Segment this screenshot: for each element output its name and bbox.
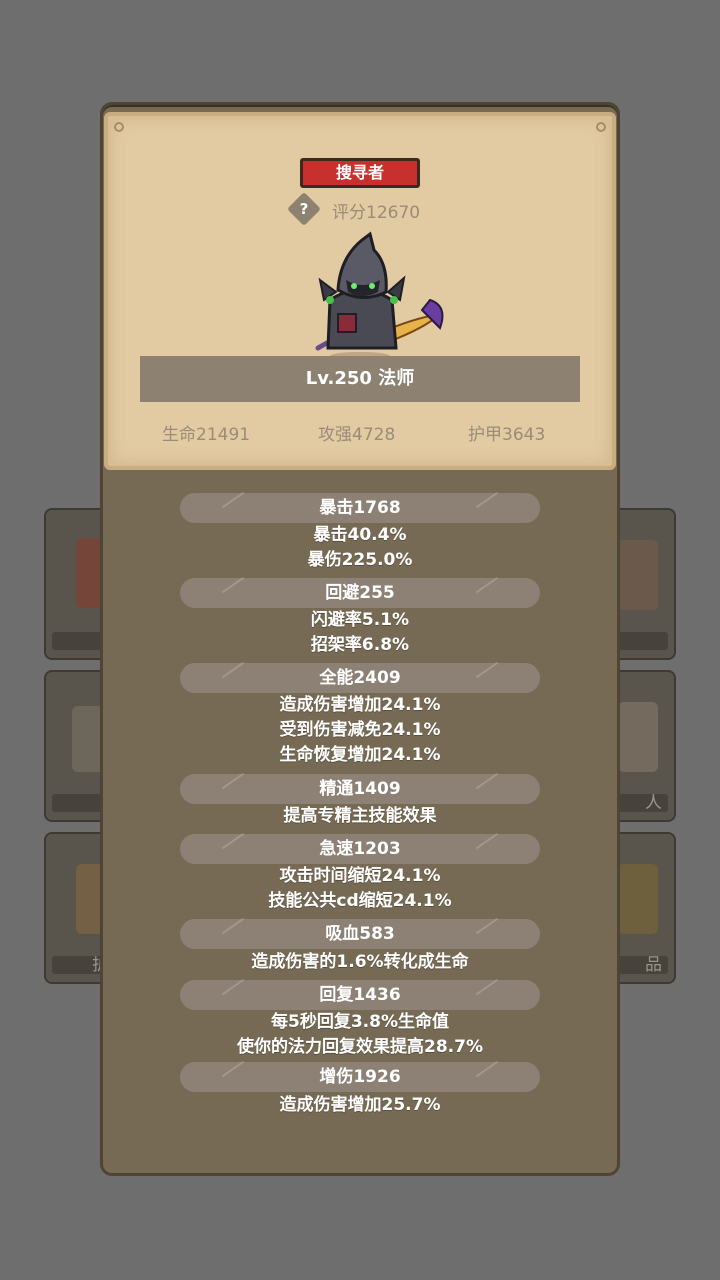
attribute-line: 招架率6.8%	[310, 635, 410, 655]
attribute-header-regen: 回复1436	[180, 980, 540, 1010]
class-badge: 搜寻者	[300, 158, 420, 188]
attribute-line: 攻击时间缩短24.1%	[279, 866, 441, 886]
item-icon	[618, 864, 658, 934]
attribute-line: 提高专精主技能效果	[283, 806, 437, 826]
attribute-line: 使你的法力回复效果提高28.7%	[237, 1037, 483, 1057]
stat-hp: 生命21491	[162, 425, 251, 445]
attribute-line: 造成伤害增加25.7%	[279, 1095, 441, 1115]
item-icon	[618, 702, 658, 772]
attribute-header-evasion: 回避255	[180, 578, 540, 608]
hero-portrait	[315, 231, 444, 360]
attribute-header-lifesteal: 吸血583	[180, 919, 540, 949]
corner-ornament	[596, 122, 606, 132]
stat-attack: 攻强4728	[318, 425, 396, 445]
score-text: 评分12670	[332, 203, 421, 223]
attribute-header-mastery: 精通1409	[180, 774, 540, 804]
attribute-header-crit: 暴击1768	[180, 493, 540, 523]
attribute-line: 技能公共cd缩短24.1%	[268, 891, 452, 911]
attribute-header-damage: 增伤1926	[180, 1062, 540, 1092]
attribute-line: 暴伤225.0%	[307, 550, 413, 570]
attribute-line: 造成伤害增加24.1%	[279, 695, 441, 715]
item-icon	[618, 540, 658, 610]
attribute-line: 闪避率5.1%	[310, 610, 410, 630]
help-icon[interactable]: ?	[287, 192, 321, 226]
attribute-line: 每5秒回复3.8%生命值	[271, 1012, 449, 1032]
attribute-line: 造成伤害的1.6%转化成生命	[251, 952, 469, 972]
attribute-line: 暴击40.4%	[313, 525, 407, 545]
attribute-line: 生命恢复增加24.1%	[279, 745, 441, 765]
attribute-header-haste: 急速1203	[180, 834, 540, 864]
attribute-line: 受到伤害减免24.1%	[279, 720, 441, 740]
stat-armor: 护甲3643	[468, 425, 546, 445]
attribute-header-versatility: 全能2409	[180, 663, 540, 693]
hero-name-level: Lv.250 法师	[140, 356, 580, 402]
corner-ornament	[114, 122, 124, 132]
